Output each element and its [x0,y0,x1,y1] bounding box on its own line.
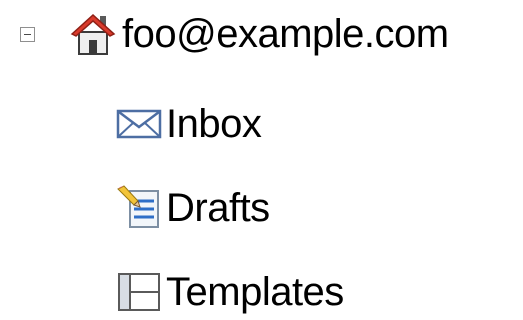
tree-item-inbox[interactable]: Inbox [116,96,262,152]
collapse-minus-icon[interactable] [20,26,35,42]
minus-glyph [24,33,31,35]
drafts-label: Drafts [166,186,270,230]
tree-item-drafts[interactable]: Drafts [116,180,270,236]
tree-item-templates[interactable]: Templates [116,264,344,320]
inbox-label: Inbox [166,102,262,146]
notepad-pencil-icon [116,185,162,231]
tree-item-account[interactable]: foo@example.com [20,6,449,62]
home-icon [70,12,116,56]
envelope-icon [116,107,162,141]
templates-label: Templates [166,270,344,314]
template-icon [116,270,162,314]
account-label: foo@example.com [122,12,449,56]
folder-tree: foo@example.com Inbox Drafts Templates [0,0,523,320]
